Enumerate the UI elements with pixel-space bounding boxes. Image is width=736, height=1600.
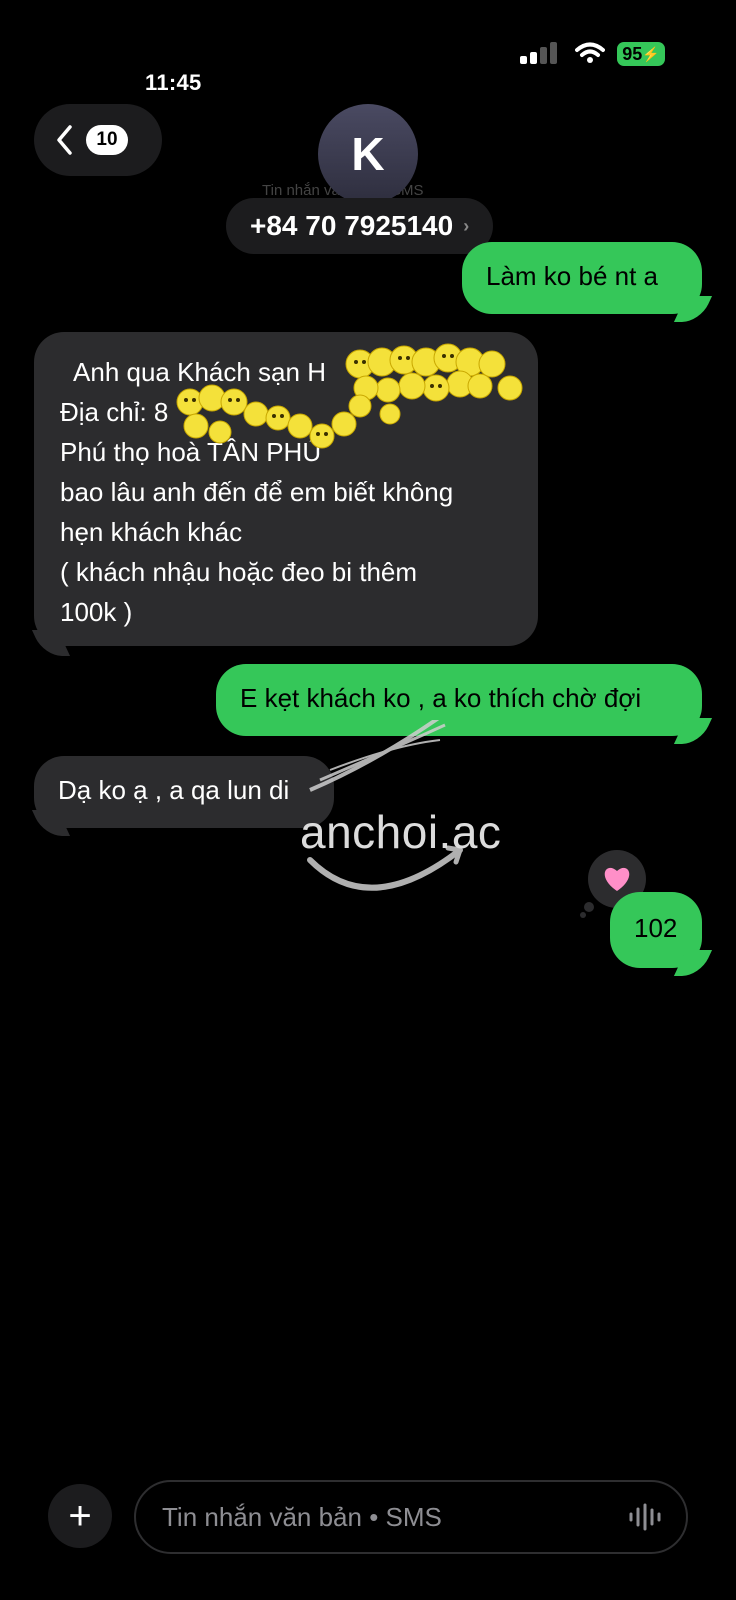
message-text: E kẹt khách ko , a ko thích chờ đợi [240, 683, 642, 713]
reaction-bubble-dot [580, 912, 586, 918]
message-text-line: bao lâu anh đến để em biết không [60, 477, 454, 507]
message-input-field[interactable] [134, 1480, 688, 1554]
message-bubble-incoming[interactable]: Dạ ko ạ , a qa lun di [34, 756, 334, 828]
message-text-line: hẹn khách khác [60, 517, 243, 547]
message-text: Làm ko bé nt a [486, 261, 658, 291]
plus-icon: + [68, 1493, 92, 1538]
chevron-right-icon: › [463, 215, 470, 236]
battery-level: 95 [622, 43, 643, 64]
redaction-stickers [176, 343, 523, 449]
signal-icon [520, 42, 557, 64]
message-text: 102 [634, 913, 678, 943]
message-text-line: ( khách nhậu hoặc đeo bi thêm [60, 557, 418, 587]
message-input[interactable] [160, 1500, 604, 1534]
wifi-icon [575, 42, 605, 63]
heart-icon [604, 867, 630, 891]
audio-wave-icon[interactable] [628, 1503, 662, 1531]
contact-phone-button[interactable]: +84 70 7925140 › [226, 198, 494, 254]
avatar-initial: K [351, 128, 385, 180]
unread-count-badge: 10 [86, 125, 128, 155]
reaction-bubble-dot [584, 902, 594, 912]
contact-phone: +84 70 7925140 [250, 210, 454, 241]
back-chevron-icon [57, 125, 72, 155]
watermark-text: anchoi.ac [300, 806, 502, 858]
back-button[interactable]: 10 [34, 104, 162, 176]
battery-icon: 95 ⚡ [617, 42, 665, 66]
add-attachment-button[interactable]: + [48, 1484, 112, 1548]
message-bubble-outgoing[interactable]: Làm ko bé nt a [462, 242, 702, 314]
contact-avatar[interactable]: K [318, 104, 418, 204]
message-text: Dạ ko ạ , a qa lun di [58, 775, 290, 805]
message-text-line: 100k ) [60, 597, 133, 627]
status-time: 11:45 [145, 70, 202, 95]
